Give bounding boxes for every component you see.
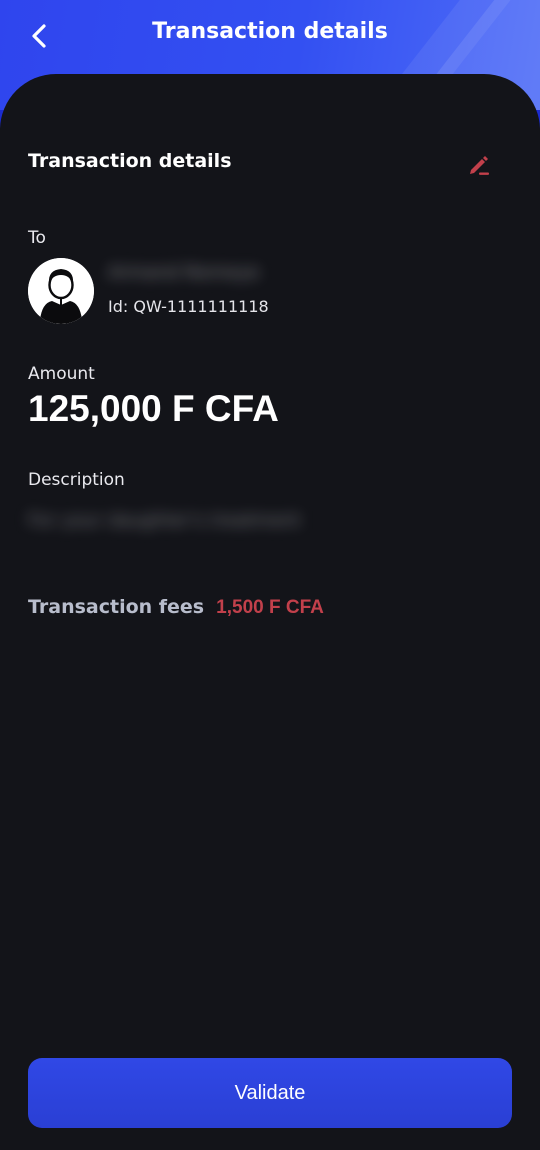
description-label: Description: [28, 470, 125, 490]
fees-label: Transaction fees: [28, 596, 205, 618]
amount-label: Amount: [28, 364, 95, 384]
to-label: To: [28, 228, 46, 248]
validate-button[interactable]: Validate: [28, 1058, 512, 1128]
section-title: Transaction details: [28, 150, 232, 172]
description-value: For your daughter's treatment: [28, 510, 301, 531]
fees-value: 1,500 F CFA: [216, 597, 324, 618]
transaction-fees-row: Transaction fees 1,500 F CFA: [28, 596, 324, 619]
edit-button[interactable]: [463, 148, 495, 180]
recipient-name: Armand Nomeye: [108, 262, 260, 283]
recipient-id: Id: QW-1111111118: [108, 297, 269, 316]
amount-value: 125,000 F CFA: [28, 388, 279, 429]
user-avatar-icon: [28, 258, 94, 324]
pencil-icon: [470, 156, 489, 175]
header-title: Transaction details: [152, 19, 388, 44]
